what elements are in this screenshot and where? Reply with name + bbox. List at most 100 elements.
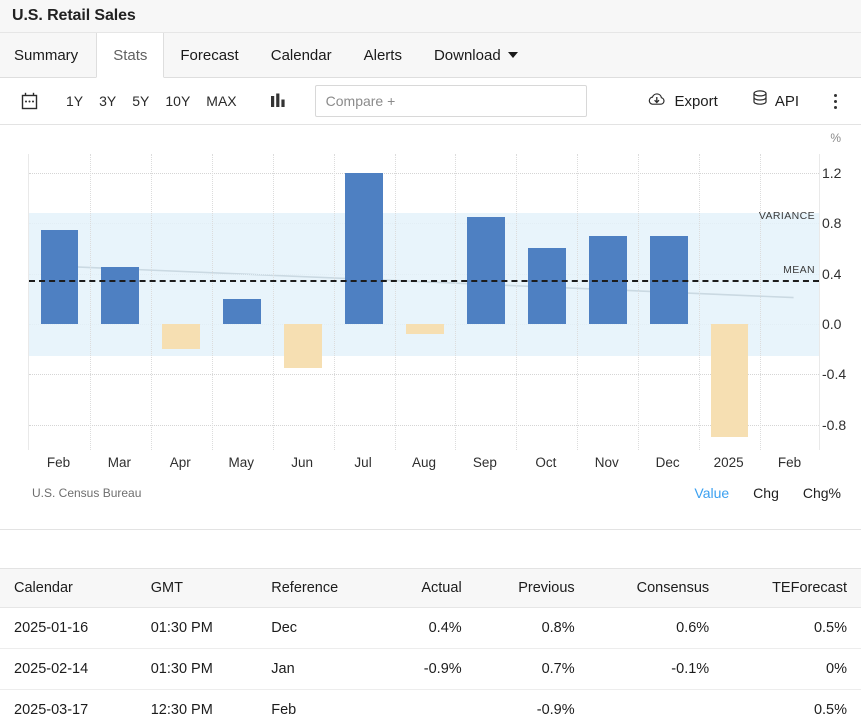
gridline-horizontal [29, 173, 819, 174]
calendar-table-body: 2025-01-1601:30 PMDec0.4%0.8%0.6%0.5%202… [0, 608, 861, 724]
gridline-vertical [212, 154, 213, 450]
table-column-header[interactable]: Reference [257, 569, 384, 608]
tab-label: Calendar [271, 47, 332, 64]
table-row[interactable]: 2025-01-1601:30 PMDec0.4%0.8%0.6%0.5% [0, 608, 861, 649]
x-axis-tick: Sep [473, 455, 497, 470]
gridline-vertical [90, 154, 91, 450]
x-axis-tick: Oct [535, 455, 556, 470]
database-icon [752, 90, 768, 112]
toolbar-right-group: Export API [639, 86, 849, 116]
page-header: U.S. Retail Sales [0, 0, 861, 33]
range-button-3y[interactable]: 3Y [91, 89, 124, 113]
table-cell-reference: Feb [257, 690, 384, 724]
table-column-header[interactable]: Actual [384, 569, 475, 608]
tab-label: Download [434, 47, 501, 64]
x-axis-tick: Nov [595, 455, 619, 470]
table-cell-previous: 0.8% [476, 608, 589, 649]
table-cell-previous: 0.7% [476, 649, 589, 690]
chart-bar[interactable] [345, 173, 383, 324]
tab-bar: Summary Stats Forecast Calendar Alerts Downlo… [0, 33, 861, 78]
tab-download[interactable]: Download [418, 33, 534, 77]
x-axis-tick: Aug [412, 455, 436, 470]
table-cell-gmt: 01:30 PM [137, 649, 258, 690]
tab-alerts[interactable]: Alerts [348, 33, 418, 77]
api-button[interactable]: API [744, 86, 807, 116]
api-label: API [775, 93, 799, 110]
y-axis-tick: -0.4 [822, 366, 846, 382]
x-axis-tick: Dec [656, 455, 680, 470]
gridline-horizontal [29, 374, 819, 375]
mean-label: MEAN [783, 264, 815, 276]
table-cell-consensus [589, 690, 724, 724]
table-cell-previous: -0.9% [476, 690, 589, 724]
chart-bar[interactable] [711, 324, 749, 437]
y-axis-tick: 0.4 [822, 266, 841, 282]
cloud-download-icon [647, 91, 667, 112]
table-cell-gmt: 01:30 PM [137, 608, 258, 649]
gridline-vertical [699, 154, 700, 450]
table-column-header[interactable]: Consensus [589, 569, 724, 608]
page-root: U.S. Retail Sales Summary Stats Forecast Ca… [0, 0, 861, 724]
calendar-icon[interactable] [14, 86, 44, 116]
export-button[interactable]: Export [639, 87, 725, 116]
tab-calendar[interactable]: Calendar [255, 33, 348, 77]
range-button-10y[interactable]: 10Y [157, 89, 198, 113]
chart-source: U.S. Census Bureau [32, 486, 141, 500]
chart-bar[interactable] [223, 299, 261, 324]
table-column-header[interactable]: Previous [476, 569, 589, 608]
tab-label: Stats [113, 47, 147, 64]
y-axis-tick: 0.8 [822, 215, 841, 231]
range-button-max[interactable]: MAX [198, 89, 244, 113]
compare-input-placeholder: Compare + [326, 93, 396, 109]
table-column-header[interactable]: Calendar [0, 569, 137, 608]
table-row[interactable]: 2025-02-1401:30 PMJan-0.9%0.7%-0.1%0% [0, 649, 861, 690]
chart-bar[interactable] [528, 248, 566, 324]
chart-bar[interactable] [41, 230, 79, 324]
compare-input[interactable]: Compare + [315, 85, 587, 117]
table-cell-consensus: -0.1% [589, 649, 724, 690]
kebab-menu-icon[interactable] [821, 87, 849, 115]
page-title: U.S. Retail Sales [12, 7, 136, 25]
bar-chart-icon[interactable] [263, 86, 293, 116]
range-button-5y[interactable]: 5Y [124, 89, 157, 113]
x-axis-tick: Jun [291, 455, 313, 470]
tab-label: Alerts [364, 47, 402, 64]
value-toggle-value[interactable]: Value [694, 485, 729, 501]
table-column-header[interactable]: GMT [137, 569, 258, 608]
gridline-vertical [516, 154, 517, 450]
table-row[interactable]: 2025-03-1712:30 PMFeb-0.9%0.5% [0, 690, 861, 724]
chart-bar[interactable] [101, 267, 139, 324]
y-axis-tick: -0.8 [822, 417, 846, 433]
table-cell-calendar: 2025-02-14 [0, 649, 137, 690]
tab-summary[interactable]: Summary [0, 33, 96, 77]
tab-label: Summary [14, 47, 78, 64]
export-label: Export [674, 93, 717, 110]
chart-plot-area[interactable]: MEANVARIANCE [28, 154, 820, 450]
table-cell-reference: Jan [257, 649, 384, 690]
chart-bar[interactable] [467, 217, 505, 324]
x-axis-tick: Jul [354, 455, 371, 470]
gridline-vertical [395, 154, 396, 450]
value-toggle-chg[interactable]: Chg [753, 485, 779, 501]
range-button-1y[interactable]: 1Y [58, 89, 91, 113]
chart-toolbar: 1Y3Y5Y10YMAX Compare + Export [0, 78, 861, 125]
calendar-table: CalendarGMTReferenceActualPreviousConsen… [0, 568, 861, 724]
table-cell-calendar: 2025-01-16 [0, 608, 137, 649]
chart-bar[interactable] [406, 324, 444, 334]
table-cell-teforecast: 0.5% [723, 690, 861, 724]
chart-bar[interactable] [162, 324, 200, 349]
table-column-header[interactable]: TEForecast [723, 569, 861, 608]
table-cell-actual: -0.9% [384, 649, 475, 690]
gridline-vertical [760, 154, 761, 450]
tab-forecast[interactable]: Forecast [164, 33, 254, 77]
table-cell-teforecast: 0.5% [723, 608, 861, 649]
table-cell-calendar: 2025-03-17 [0, 690, 137, 724]
value-toggle-chgpct[interactable]: Chg% [803, 485, 841, 501]
gridline-vertical [638, 154, 639, 450]
x-axis-tick: 2025 [714, 455, 744, 470]
chart-bar[interactable] [284, 324, 322, 368]
tab-stats[interactable]: Stats [96, 33, 164, 78]
gridline-horizontal [29, 425, 819, 426]
table-cell-reference: Dec [257, 608, 384, 649]
y-axis-tick: 0.0 [822, 316, 841, 332]
